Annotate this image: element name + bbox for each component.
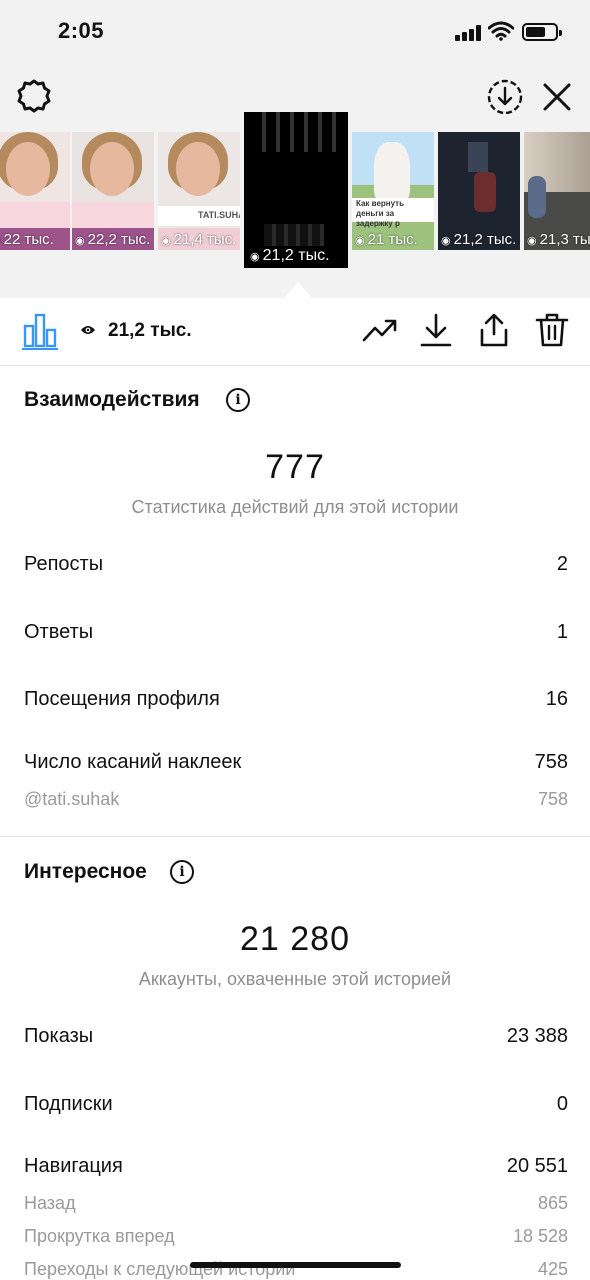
trend-icon[interactable] xyxy=(362,312,398,348)
metric-row: Число касаний наклеек 758 xyxy=(24,751,568,779)
trash-icon[interactable] xyxy=(534,312,570,348)
metric-subrow: Прокрутка вперед 18 528 xyxy=(24,1226,568,1254)
metric-subrow: @tati.suhak 758 xyxy=(24,789,568,817)
eye-icon: ◉ xyxy=(75,235,88,247)
story-thumbnail-strip: ◉ 22 тыс. ◉ 22,2 тыс. TATI.SUHAK ◉ 21,4 … xyxy=(0,112,590,282)
active-tab-underline xyxy=(22,348,58,350)
story-views: ◉ 22 тыс. xyxy=(0,231,54,248)
metric-label: Назад xyxy=(24,1193,76,1213)
metric-row: Подписки 0 xyxy=(24,1093,568,1121)
story-views: ◉ 21,2 тыс. xyxy=(441,231,517,248)
metric-value: 23 388 xyxy=(506,1025,568,1047)
eye-icon: ◉ xyxy=(161,235,174,247)
signal-icon xyxy=(455,25,483,41)
close-icon[interactable] xyxy=(540,80,574,114)
info-icon[interactable]: i xyxy=(170,860,194,884)
metric-label: Показы xyxy=(24,1025,94,1047)
metric-value: 865 xyxy=(537,1193,568,1213)
status-bar: 2:05 xyxy=(0,0,590,64)
story-views: ◉ 21,3 тыс. xyxy=(527,231,590,248)
story-thumbnail[interactable]: ◉ 22 тыс. xyxy=(0,132,70,250)
settings-icon[interactable] xyxy=(16,78,52,114)
download-circle-icon[interactable] xyxy=(486,78,524,116)
metric-row: Репосты 2 xyxy=(24,553,568,581)
metric-label: Ответы xyxy=(24,621,94,643)
metric-label: Посещения профиля xyxy=(24,688,220,710)
download-icon[interactable] xyxy=(418,312,454,348)
eye-icon xyxy=(81,326,95,334)
interactions-caption: Статистика действий для этой истории xyxy=(131,497,459,517)
metric-label: @tati.suhak xyxy=(24,789,120,809)
eye-icon: ◉ xyxy=(0,235,4,247)
metric-label: Репосты xyxy=(24,553,104,575)
interactions-title: Взаимодействия xyxy=(24,388,200,411)
story-views: ◉ 21,2 тыс. xyxy=(250,247,330,264)
metric-value: 2 xyxy=(556,553,568,575)
section-divider xyxy=(0,836,590,837)
home-indicator[interactable] xyxy=(190,1262,401,1268)
thumbnail-caption: Как вернуть деньги за задержку р xyxy=(356,199,405,228)
eye-icon: ◉ xyxy=(355,235,368,247)
metric-value: 0 xyxy=(556,1093,568,1115)
discovery-title: Интересное xyxy=(24,860,147,883)
status-time: 2:05 xyxy=(58,18,105,43)
metric-label: Прокрутка вперед xyxy=(24,1226,175,1246)
info-icon[interactable]: i xyxy=(226,388,250,412)
views-count: 21,2 тыс. xyxy=(108,320,192,341)
discovery-total: 21 280 xyxy=(240,920,350,958)
story-insights-tab-row: 21,2 тыс. xyxy=(0,298,590,366)
battery-icon xyxy=(522,23,562,41)
story-thumbnail[interactable]: ◉ 22,2 тыс. xyxy=(72,132,154,250)
metric-label: Навигация xyxy=(24,1155,123,1177)
wifi-icon xyxy=(488,21,514,41)
metric-value: 1 xyxy=(556,621,568,643)
metric-row: Показы 23 388 xyxy=(24,1025,568,1053)
bar-chart-icon[interactable] xyxy=(22,312,58,348)
story-thumbnail[interactable]: Как вернуть деньги за задержку р ◉ 21 ты… xyxy=(352,132,434,250)
eye-icon: ◉ xyxy=(527,235,540,247)
metric-value: 758 xyxy=(534,751,568,773)
metric-row: Посещения профиля 16 xyxy=(24,688,568,716)
thumbnail-brand: TATI.SUHAK xyxy=(198,210,240,220)
story-thumbnail[interactable]: ◉ 21,3 тыс. xyxy=(524,132,590,250)
share-icon[interactable] xyxy=(476,312,512,348)
interactions-total: 777 xyxy=(265,448,325,486)
story-thumbnail-selected[interactable]: ◉ 21,2 тыс. xyxy=(244,112,348,268)
metric-label: Подписки xyxy=(24,1093,113,1115)
story-thumbnail[interactable]: ◉ 21,2 тыс. xyxy=(438,132,520,250)
selection-pointer xyxy=(284,282,312,298)
discovery-caption: Аккаунты, охваченные этой историей xyxy=(138,969,452,989)
story-thumbnail[interactable]: TATI.SUHAK ◉ 21,4 тыс. xyxy=(158,132,240,250)
eye-icon: ◉ xyxy=(250,251,263,263)
story-views: ◉ 22,2 тыс. xyxy=(75,231,151,248)
metric-value: 18 528 xyxy=(512,1226,568,1246)
eye-icon: ◉ xyxy=(441,235,454,247)
metric-value: 758 xyxy=(537,789,568,809)
metric-row: Навигация 20 551 xyxy=(24,1155,568,1183)
metric-value: 20 551 xyxy=(506,1155,568,1177)
story-views: ◉ 21,4 тыс. xyxy=(161,231,237,248)
story-views: ◉ 21 тыс. xyxy=(355,231,418,248)
metric-label: Число касаний наклеек xyxy=(24,751,242,773)
metric-value: 425 xyxy=(537,1259,568,1279)
metric-row: Ответы 1 xyxy=(24,621,568,649)
metric-value: 16 xyxy=(545,688,568,710)
metric-subrow: Назад 865 xyxy=(24,1193,568,1221)
